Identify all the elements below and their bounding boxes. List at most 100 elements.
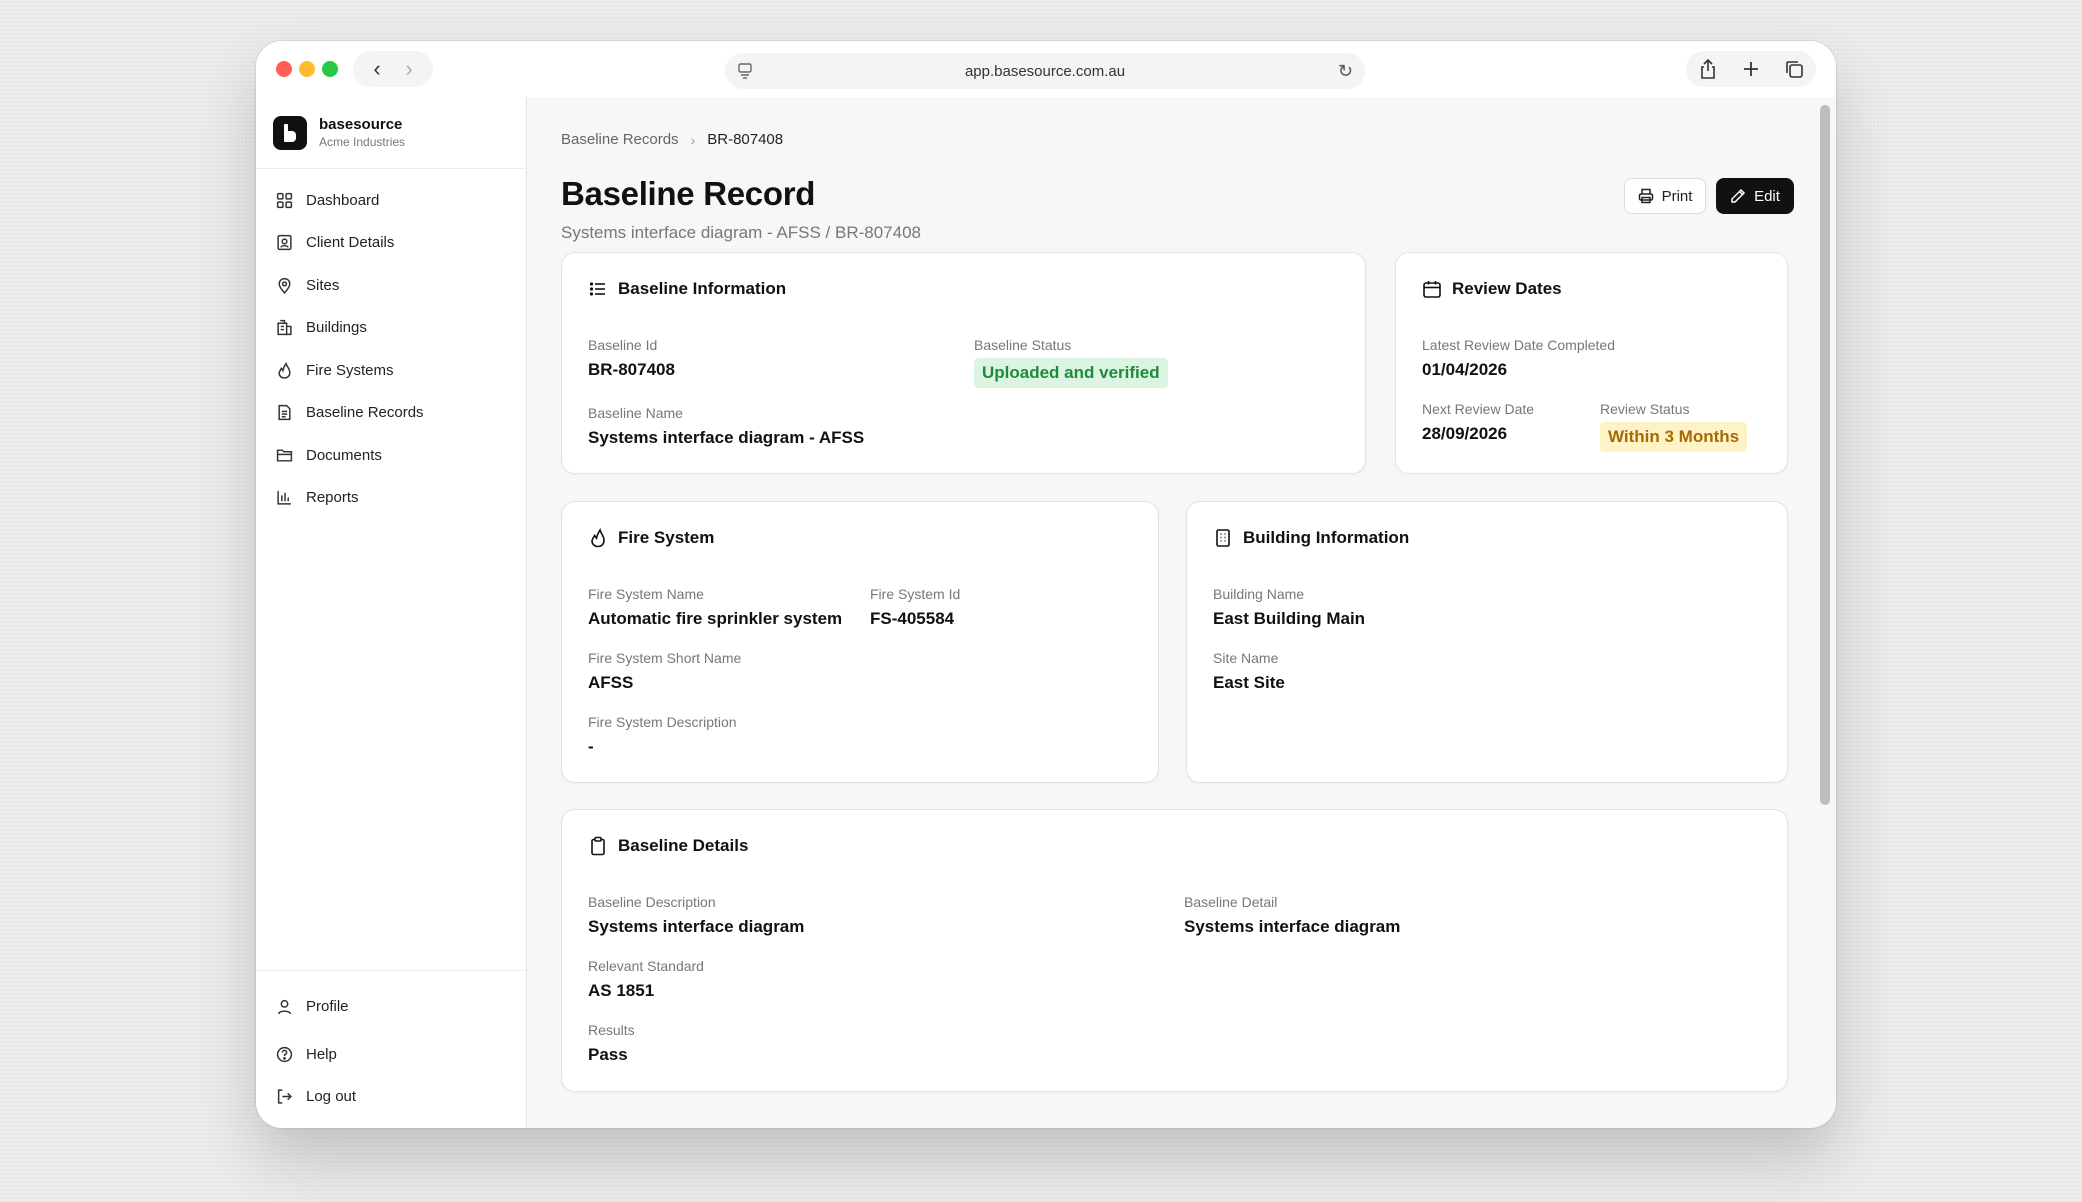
- address-bar[interactable]: app.basesource.com.au ↻: [725, 53, 1365, 89]
- card-title-text: Baseline Information: [618, 279, 787, 298]
- zoom-window-button[interactable]: [322, 61, 338, 77]
- forward-arrow-icon[interactable]: ›: [405, 58, 412, 80]
- field-value: AFSS: [588, 673, 634, 692]
- field-label: Baseline Detail: [1184, 894, 1278, 910]
- sidebar-item-fire-systems[interactable]: Fire Systems: [256, 349, 526, 392]
- brand-header[interactable]: basesource Acme Industries: [256, 97, 526, 169]
- field-value: Systems interface diagram - AFSS: [588, 428, 865, 447]
- card-title-text: Fire System: [618, 528, 715, 547]
- sidebar-item-profile[interactable]: Profile: [256, 979, 526, 1033]
- baseline-information-card: Baseline Information Baseline Id BR-8074…: [561, 252, 1366, 474]
- baseline-detail-field: Baseline Detail Systems interface diagra…: [1184, 893, 1400, 937]
- sidebar-item-reports[interactable]: Reports: [256, 477, 526, 520]
- sidebar-item-help[interactable]: Help: [256, 1033, 526, 1076]
- browser-titlebar: ‹ › app.basesource.com.au ↻: [256, 41, 1836, 97]
- dashboard-icon: [276, 192, 293, 209]
- main-nav: Dashboard Client Details Sites Buildings: [256, 169, 526, 519]
- user-icon: [276, 998, 293, 1015]
- field-label: Baseline Description: [588, 894, 716, 910]
- edit-label: Edit: [1754, 187, 1780, 205]
- status-badge: Within 3 Months: [1600, 422, 1748, 452]
- sidebar-item-label: Reports: [306, 489, 359, 507]
- sidebar-footer: Profile Help Log out: [256, 970, 526, 1118]
- brand-name: basesource: [319, 115, 403, 133]
- sidebar-item-label: Baseline Records: [306, 404, 424, 422]
- flame-icon: [276, 361, 293, 379]
- status-badge: Uploaded and verified: [974, 358, 1168, 388]
- sidebar-item-sites[interactable]: Sites: [256, 264, 526, 307]
- field-value: BR-807408: [588, 360, 675, 379]
- back-arrow-icon[interactable]: ‹: [373, 58, 380, 80]
- basesource-logo: [273, 115, 307, 150]
- field-value: East Site: [1213, 673, 1285, 692]
- fire-system-card: Fire System Fire System Name Automatic f…: [561, 501, 1159, 783]
- field-value: Pass: [588, 1045, 628, 1064]
- baseline-name-field: Baseline Name Systems interface diagram …: [588, 404, 864, 448]
- share-icon[interactable]: [1698, 58, 1718, 80]
- field-value: 01/04/2026: [1422, 360, 1508, 379]
- list-icon: [589, 282, 605, 296]
- clipboard-icon: [591, 836, 605, 856]
- fire-system-description-field: Fire System Description -: [588, 713, 737, 757]
- baseline-details-card: Baseline Details Baseline Description Sy…: [561, 809, 1788, 1092]
- sidebar-item-logout[interactable]: Log out: [256, 1076, 526, 1119]
- field-label: Review Status: [1600, 401, 1690, 417]
- reload-icon[interactable]: ↻: [1338, 61, 1353, 82]
- field-label: Latest Review Date Completed: [1422, 337, 1615, 353]
- file-text-icon: [276, 404, 293, 421]
- site-name-field: Site Name East Site: [1213, 649, 1285, 693]
- fire-system-name-field: Fire System Name Automatic fire sprinkle…: [588, 585, 842, 629]
- flame-icon: [591, 528, 605, 548]
- field-value: FS-405584: [870, 609, 955, 628]
- field-value: -: [588, 737, 594, 756]
- sidebar-item-documents[interactable]: Documents: [256, 434, 526, 477]
- card-title: Building Information: [1213, 528, 1409, 548]
- field-label: Baseline Id: [588, 337, 658, 353]
- browser-window: ‹ › app.basesource.com.au ↻ basesource A…: [256, 41, 1836, 1128]
- field-label: Fire System Description: [588, 714, 737, 730]
- sidebar-item-label: Buildings: [306, 319, 367, 337]
- calendar-icon: [1423, 281, 1441, 298]
- sidebar-item-label: Log out: [306, 1088, 357, 1106]
- card-title-text: Baseline Details: [618, 836, 749, 855]
- page-subtitle: Systems interface diagram - AFSS / BR-80…: [561, 223, 921, 242]
- card-title-text: Review Dates: [1452, 279, 1562, 298]
- logout-icon: [276, 1088, 293, 1105]
- building-icon: [1216, 529, 1230, 547]
- history-nav: ‹ ›: [353, 51, 433, 87]
- sidebar-item-buildings[interactable]: Buildings: [256, 307, 526, 350]
- browser-actions: [1686, 51, 1816, 87]
- baseline-description-field: Baseline Description Systems interface d…: [588, 893, 804, 937]
- field-value: AS 1851: [588, 981, 655, 1000]
- fire-system-short-name-field: Fire System Short Name AFSS: [588, 649, 741, 693]
- field-label: Results: [588, 1022, 635, 1038]
- field-value: Systems interface diagram: [1184, 917, 1401, 936]
- tab-overview-icon[interactable]: [1784, 59, 1804, 79]
- sidebar-item-label: Sites: [306, 276, 340, 294]
- sidebar-item-dashboard[interactable]: Dashboard: [256, 179, 526, 222]
- field-value: Systems interface diagram: [588, 917, 805, 936]
- sidebar-item-baseline-records[interactable]: Baseline Records: [256, 392, 526, 435]
- field-label: Fire System Short Name: [588, 650, 742, 666]
- card-title: Baseline Details: [588, 836, 748, 856]
- vertical-scrollbar[interactable]: [1820, 105, 1830, 805]
- help-circle-icon: [276, 1046, 293, 1063]
- minimize-window-button[interactable]: [299, 61, 315, 77]
- review-status-field: Review Status Within 3 Months: [1600, 400, 1748, 452]
- breadcrumb-parent-link[interactable]: Baseline Records: [561, 131, 679, 148]
- folder-icon: [276, 447, 293, 464]
- building-icon: [276, 319, 293, 336]
- page-settings-icon[interactable]: [737, 62, 753, 80]
- print-label: Print: [1661, 187, 1693, 205]
- sidebar-item-client-details[interactable]: Client Details: [256, 222, 526, 265]
- new-tab-icon[interactable]: [1742, 60, 1760, 78]
- print-button[interactable]: Print: [1624, 178, 1706, 214]
- field-label: Fire System Id: [870, 586, 961, 602]
- edit-button[interactable]: Edit: [1716, 178, 1794, 214]
- map-pin-icon: [276, 277, 293, 294]
- review-dates-card: Review Dates Latest Review Date Complete…: [1395, 252, 1788, 474]
- card-title: Fire System: [588, 528, 714, 548]
- close-window-button[interactable]: [276, 61, 292, 77]
- field-label: Baseline Name: [588, 405, 683, 421]
- pencil-icon: [1731, 188, 1746, 203]
